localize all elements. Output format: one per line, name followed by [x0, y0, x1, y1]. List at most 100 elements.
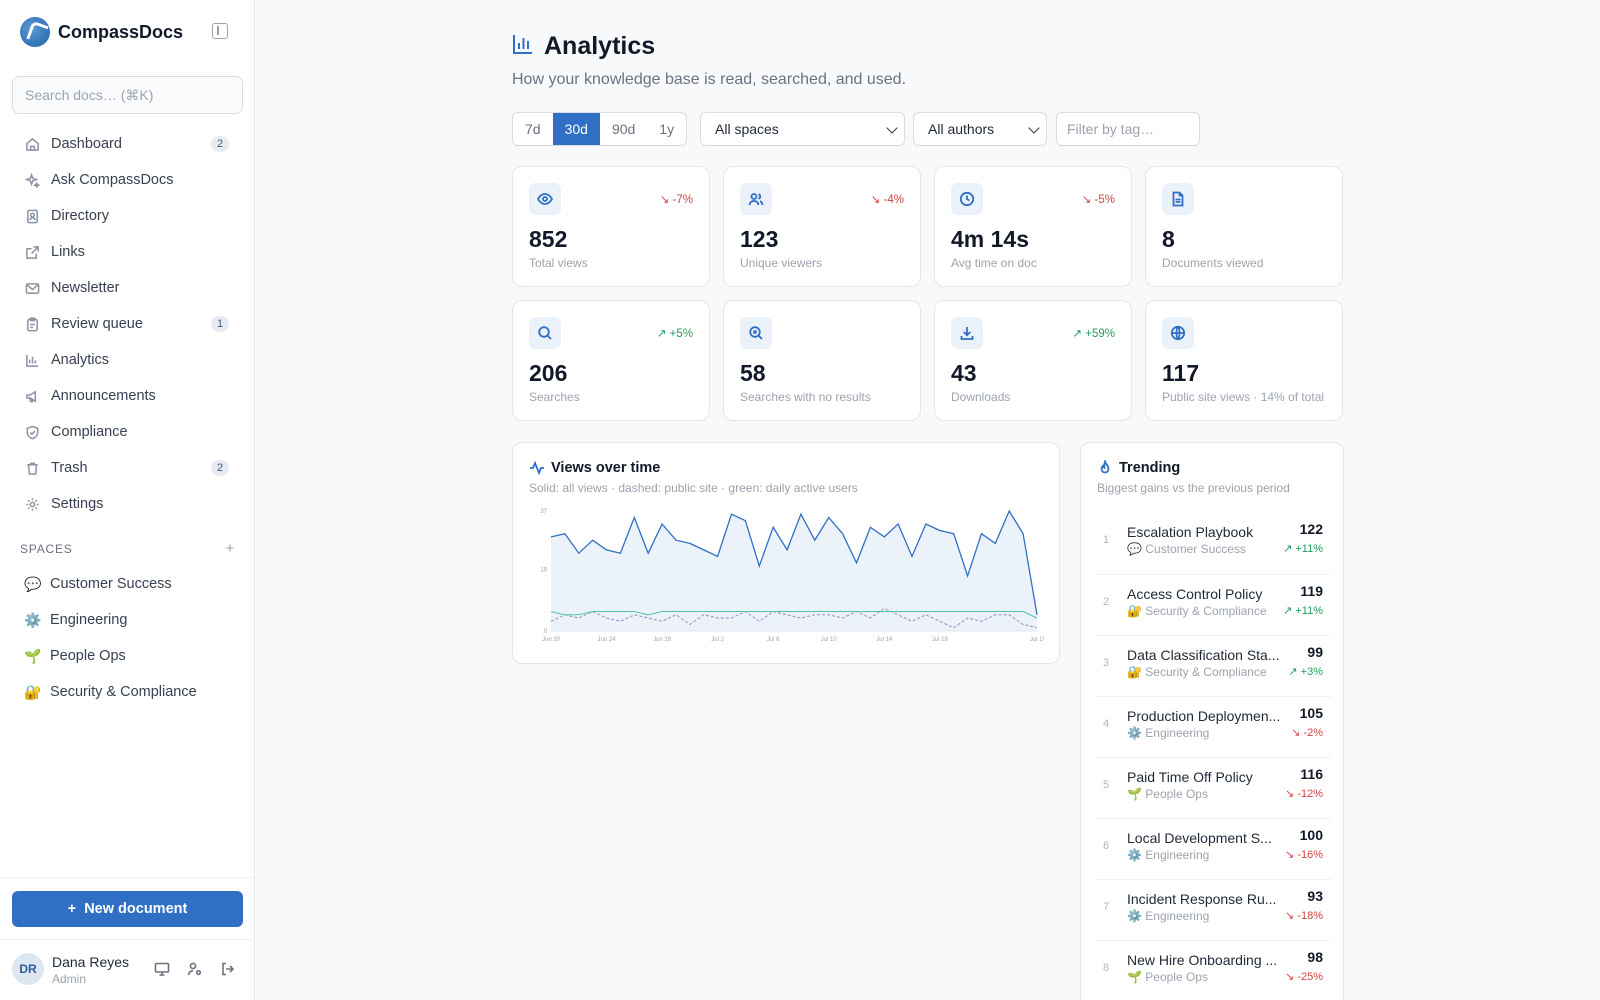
doc-space: 🌱 People Ops: [1127, 787, 1208, 801]
spaces-list: 💬 Customer Success ⚙️ Engineering 🌱 Peop…: [12, 566, 243, 710]
sidebar-item-label: Review queue: [51, 316, 143, 332]
trending-row[interactable]: 6 Local Development S... ⚙️ Engineering 100…: [1095, 818, 1331, 879]
trend-delta: ↘ -2%: [1291, 727, 1323, 739]
sidebar-item-dashboard[interactable]: Dashboard 2: [12, 126, 243, 162]
space-select[interactable]: All spaces: [700, 112, 905, 146]
delta-value: -7%: [672, 194, 693, 206]
stat-card-documents-viewed: 8 Documents viewed: [1145, 166, 1343, 287]
x-tick-label: Jun 28: [653, 637, 672, 643]
sidebar-item-analytics[interactable]: Analytics: [12, 342, 243, 378]
brand[interactable]: CompassDocs: [20, 16, 183, 48]
trend-down-delta: ↘ -7%: [659, 194, 693, 206]
author-select[interactable]: All authors: [913, 112, 1047, 146]
stat-value: 117: [1162, 360, 1200, 386]
stat-label: Searches with no results: [740, 390, 871, 404]
sidebar-item-settings[interactable]: Settings: [12, 486, 243, 522]
trending-row[interactable]: 1 Escalation Playbook 💬 Customer Success 12…: [1095, 513, 1331, 574]
stat-value: 8: [1162, 226, 1175, 252]
space-item-engineering[interactable]: ⚙️ Engineering: [12, 602, 243, 638]
x-tick-label: Jul 18: [932, 637, 949, 643]
trending-row[interactable]: 8 New Hire Onboarding ... 🌱 People Ops 98 ↘ …: [1095, 940, 1331, 1000]
trash-icon: [24, 460, 40, 476]
sidebar-item-label: Directory: [51, 208, 110, 224]
x-tick-label: Jun 20: [542, 637, 561, 643]
delta-value: +5%: [669, 328, 693, 340]
globe-icon: [1162, 317, 1194, 349]
sidebar-item-compliance[interactable]: Compliance: [12, 414, 243, 450]
new-document-button[interactable]: + New document: [12, 891, 243, 927]
trending-row[interactable]: 5 Paid Time Off Policy 🌱 People Ops 116 ↘ -1…: [1095, 757, 1331, 818]
range-7d-button[interactable]: 7d: [513, 113, 553, 145]
trend-down-delta: ↘ -5%: [1081, 194, 1115, 206]
monitor-icon[interactable]: [154, 961, 170, 977]
stat-label: Searches: [529, 390, 580, 404]
space-label: People Ops: [50, 648, 126, 664]
space-label: Security & Compliance: [50, 684, 197, 700]
trend-up-delta: ↗ +59%: [1072, 328, 1115, 340]
sidebar-item-trash[interactable]: Trash 2: [12, 450, 243, 486]
logout-icon[interactable]: [220, 961, 236, 977]
divider: [0, 939, 255, 940]
trending-card: Trending Biggest gains vs the previous p…: [1080, 442, 1344, 1000]
trend-delta: ↘ -12%: [1285, 788, 1323, 800]
stat-card-searches: ↗ +5% 206 Searches: [512, 300, 710, 421]
tag-filter-input[interactable]: Filter by tag…: [1056, 112, 1200, 146]
sidebar-item-label: Links: [51, 244, 85, 260]
space-item-people-ops[interactable]: 🌱 People Ops: [12, 638, 243, 674]
sidebar-item-announcements[interactable]: Announcements: [12, 378, 243, 414]
view-count: 105: [1299, 705, 1323, 721]
doc-space: 💬 Customer Success: [1127, 542, 1246, 556]
x-tick-label: Jul 2: [711, 637, 724, 643]
trending-row[interactable]: 7 Incident Response Ru... ⚙️ Engineering 93…: [1095, 879, 1331, 940]
doc-title: Data Classification Sta...: [1127, 647, 1280, 663]
count-badge: 1: [211, 316, 229, 332]
trending-row[interactable]: 4 Production Deploymen... ⚙️ Engineering 10…: [1095, 696, 1331, 757]
trending-row[interactable]: 2 Access Control Policy 🔐 Security & Compl…: [1095, 574, 1331, 635]
delta-value: +59%: [1085, 328, 1115, 340]
stat-value: 123: [740, 226, 779, 252]
sidebar-item-newsletter[interactable]: Newsletter: [12, 270, 243, 306]
card-title-label: Trending: [1119, 460, 1181, 476]
range-90d-button[interactable]: 90d: [600, 113, 647, 145]
sidebar-item-directory[interactable]: Directory: [12, 198, 243, 234]
doc-title: Local Development S...: [1127, 830, 1272, 846]
stat-value: 206: [529, 360, 568, 386]
sidebar-item-links[interactable]: Links: [12, 234, 243, 270]
add-space-button[interactable]: +: [225, 540, 235, 557]
seedling-icon: 🌱: [24, 647, 42, 664]
sidebar-item-review-queue[interactable]: Review queue 1: [12, 306, 243, 342]
sidebar-item-label: Settings: [51, 496, 104, 512]
view-count: 93: [1307, 888, 1323, 904]
delta-value: +11%: [1295, 543, 1323, 555]
stat-value: 58: [740, 360, 766, 386]
views-chart: 0 19 37 Jun 20 Jun 24 Jun 28 Jul 2 Jul 6 Jul 10 J…: [540, 509, 1044, 643]
space-item-security-compliance[interactable]: 🔐 Security & Compliance: [12, 674, 243, 710]
avatar[interactable]: DR: [12, 953, 44, 985]
sidebar-item-ask[interactable]: Ask CompassDocs: [12, 162, 243, 198]
delta-value: -12%: [1297, 788, 1323, 800]
doc-space: ⚙️ Engineering: [1127, 726, 1210, 740]
range-30d-button[interactable]: 30d: [552, 113, 600, 145]
view-count: 99: [1307, 644, 1323, 660]
space-item-customer-success[interactable]: 💬 Customer Success: [12, 566, 243, 602]
stat-label: Total views: [529, 256, 588, 270]
rank-number: 6: [1103, 840, 1110, 852]
stat-label: Documents viewed: [1162, 256, 1264, 270]
stat-label: Public site views · 14% of total: [1162, 390, 1325, 404]
stat-card-public-views: 117 Public site views · 14% of total: [1145, 300, 1343, 421]
y-tick-label: 0: [544, 629, 548, 635]
range-1y-button[interactable]: 1y: [647, 113, 686, 145]
y-tick-label: 37: [540, 509, 547, 515]
x-tick-label: Jul 14: [876, 637, 893, 643]
trending-row[interactable]: 3 Data Classification Sta... 🔐 Security & …: [1095, 635, 1331, 696]
lock-key-icon: 🔐: [24, 683, 42, 700]
user-settings-icon[interactable]: [187, 961, 203, 977]
users-icon: [740, 183, 772, 215]
search-input[interactable]: Search docs… (⌘K): [12, 76, 243, 114]
sidebar-item-label: Newsletter: [51, 280, 120, 296]
collapse-sidebar-icon[interactable]: [212, 23, 228, 39]
trend-delta: ↘ -18%: [1285, 910, 1323, 922]
shield-icon: [24, 424, 40, 440]
view-count: 119: [1300, 583, 1323, 599]
sidebar-nav: Dashboard 2 Ask CompassDocs Directory Li…: [12, 126, 243, 522]
